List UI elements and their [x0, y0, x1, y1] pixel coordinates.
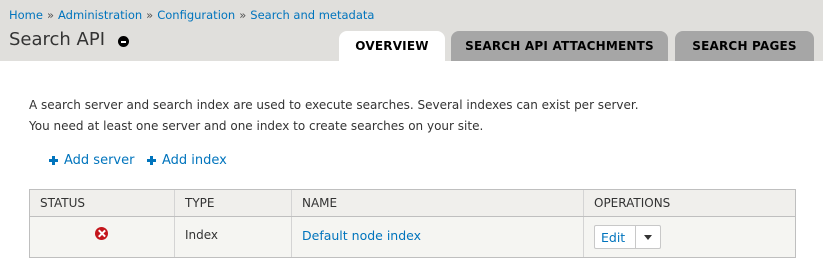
- column-header-type: TYPE: [175, 190, 292, 216]
- index-name-link[interactable]: Default node index: [302, 228, 421, 243]
- status-cell: [30, 217, 175, 257]
- name-cell: Default node index: [292, 217, 584, 257]
- minus-circle-icon[interactable]: [118, 36, 129, 47]
- add-server-link[interactable]: Add server: [49, 153, 134, 168]
- plus-icon: [147, 156, 156, 165]
- breadcrumb: Home» Administration» Configuration» Search…: [9, 8, 374, 22]
- column-header-name: NAME: [292, 190, 584, 216]
- operations-dropdown-toggle[interactable]: [636, 226, 660, 248]
- breadcrumb-separator: »: [146, 8, 154, 22]
- plus-icon: [49, 156, 58, 165]
- breadcrumb-home[interactable]: Home: [9, 8, 43, 22]
- breadcrumb-administration[interactable]: Administration: [58, 8, 142, 22]
- breadcrumb-separator: »: [46, 8, 55, 22]
- page-header: Home» Administration» Configuration» Search…: [0, 0, 823, 61]
- chevron-down-icon: [644, 234, 653, 240]
- page-description: A search server and search index are use…: [29, 95, 639, 137]
- add-server-label: Add server: [64, 153, 135, 168]
- column-header-operations: OPERATIONS: [594, 196, 671, 210]
- add-index-link[interactable]: Add index: [147, 153, 227, 168]
- type-value: Index: [185, 228, 219, 242]
- column-header-status: STATUS: [30, 190, 175, 216]
- tab-search-api-attachments[interactable]: SEARCH API ATTACHMENTS: [451, 31, 668, 61]
- description-line-2: You need at least one server and one ind…: [29, 119, 484, 133]
- tab-overview[interactable]: OVERVIEW: [339, 31, 445, 61]
- breadcrumb-configuration[interactable]: Configuration: [157, 8, 235, 22]
- breadcrumb-separator: »: [239, 8, 247, 22]
- operations-dropbutton: Edit: [594, 225, 662, 249]
- error-icon: [95, 226, 108, 240]
- operations-cell: Edit: [584, 217, 795, 257]
- search-api-table: STATUS TYPE NAME OPERATIONS Index Defaul…: [29, 189, 796, 258]
- table-row: Index Default node index Edit: [30, 217, 795, 257]
- edit-button[interactable]: Edit: [595, 226, 637, 248]
- type-cell: Index: [175, 217, 292, 257]
- table-header: STATUS TYPE NAME OPERATIONS: [30, 190, 795, 217]
- description-line-1: A search server and search index are use…: [29, 98, 639, 112]
- tab-search-pages[interactable]: SEARCH PAGES: [675, 31, 814, 61]
- breadcrumb-search-and-metadata[interactable]: Search and metadata: [250, 8, 374, 22]
- add-index-label: Add index: [162, 153, 227, 168]
- page-title: Search API: [9, 29, 106, 50]
